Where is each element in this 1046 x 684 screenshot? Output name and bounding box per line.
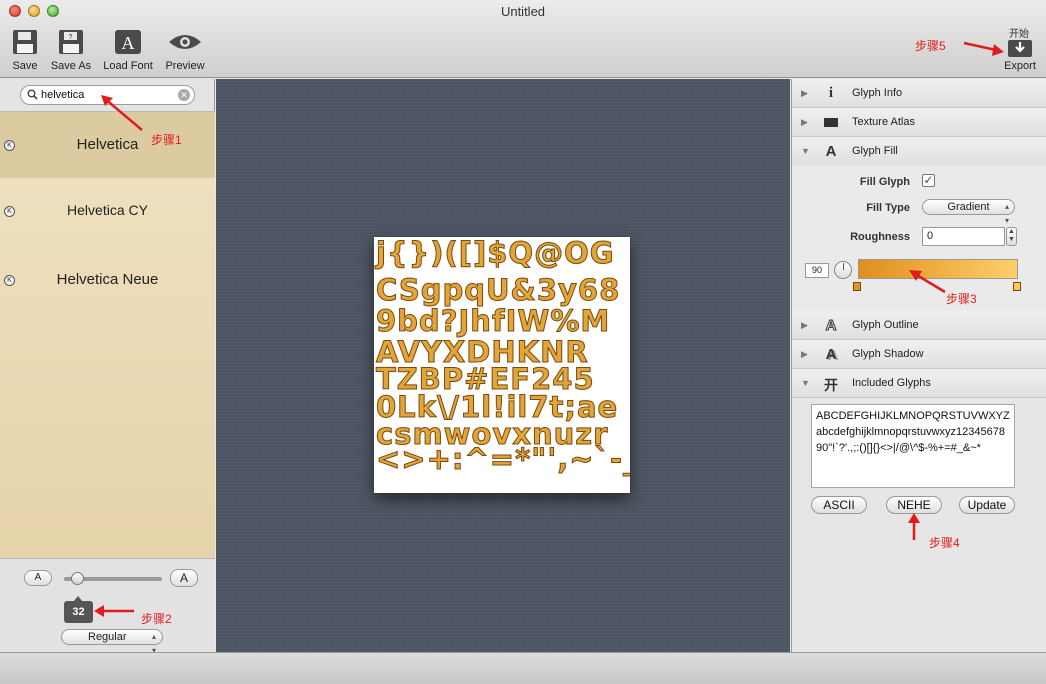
fill-glyph-checkbox[interactable]: ✓ bbox=[922, 174, 935, 187]
glyph-shadow-icon: A bbox=[825, 346, 837, 363]
texture-atlas-preview: j{})([]$Q@OG CSgpqU&3y68 9bd?JhfIW%M AVY… bbox=[374, 237, 630, 493]
annotation-step-2: 步骤2 bbox=[141, 612, 172, 626]
info-icon: i bbox=[828, 85, 834, 101]
select-arrows-icon: ▴ ▾ bbox=[1004, 202, 1009, 225]
roughness-label: Roughness bbox=[850, 231, 910, 243]
annotation-arrow-icon bbox=[963, 41, 1004, 56]
disclosure-right-icon: ▶ bbox=[801, 117, 808, 127]
included-glyphs-icon: 开 bbox=[824, 378, 838, 394]
fill-type-value: Gradient bbox=[947, 201, 990, 213]
font-list-item-helvetica-neue[interactable]: K Helvetica Neue bbox=[0, 247, 215, 313]
load-font-button[interactable]: A Load Font bbox=[100, 28, 156, 72]
annotation-step-1: 步骤1 bbox=[151, 133, 182, 147]
svg-text:A: A bbox=[122, 33, 135, 53]
status-bar bbox=[0, 652, 1046, 684]
atlas-glyph-row: <>+:^=*"',~`-_ bbox=[376, 442, 630, 476]
font-size-value: 32 bbox=[64, 596, 93, 623]
font-style-value: Regular bbox=[88, 631, 127, 643]
roughness-stepper[interactable]: ▲ ▼ bbox=[1006, 227, 1017, 246]
gradient-end-stop[interactable] bbox=[1013, 282, 1021, 291]
load-font-label: Load Font bbox=[103, 60, 153, 72]
atlas-glyph-row: 9bd?JhfIW%M bbox=[375, 304, 611, 338]
toolbar: Untitled Save ? Save As A Load Font Prev… bbox=[0, 0, 1046, 78]
section-title: Included Glyphs bbox=[852, 377, 931, 389]
load-font-icon: A bbox=[100, 28, 156, 56]
clear-search-icon[interactable]: ✕ bbox=[178, 89, 190, 101]
disclosure-right-icon: ▶ bbox=[801, 320, 808, 330]
gradient-angle-dial[interactable] bbox=[834, 261, 852, 279]
annotation-step-5: 步骤5 bbox=[915, 39, 946, 53]
section-included-glyphs[interactable]: ▼ 开 Included Glyphs bbox=[792, 369, 1046, 398]
font-list-item-helvetica-cy[interactable]: K Helvetica CY bbox=[0, 178, 215, 244]
fill-type-label: Fill Type bbox=[866, 202, 910, 214]
font-name: Helvetica bbox=[76, 136, 139, 153]
glyph-fill-icon: A bbox=[825, 143, 837, 160]
preview-label: Preview bbox=[165, 60, 205, 72]
ascii-button[interactable]: ASCII bbox=[811, 496, 867, 514]
gradient-start-stop[interactable] bbox=[853, 282, 861, 291]
decrease-size-button[interactable]: A bbox=[24, 570, 52, 586]
section-glyph-outline[interactable]: ▶ A Glyph Outline bbox=[792, 311, 1046, 340]
save-as-label: Save As bbox=[50, 60, 92, 72]
section-title: Glyph Fill bbox=[852, 145, 898, 157]
font-name: Helvetica Neue bbox=[56, 271, 159, 288]
preview-button[interactable]: Preview bbox=[157, 28, 213, 72]
section-glyph-shadow[interactable]: ▶ A Glyph Shadow bbox=[792, 340, 1046, 369]
section-title: Glyph Info bbox=[852, 87, 903, 99]
section-glyph-info[interactable]: ▶ i Glyph Info bbox=[792, 79, 1046, 108]
save-as-icon: ? bbox=[43, 28, 99, 56]
increase-size-button[interactable]: A bbox=[170, 569, 198, 587]
font-size-slider-knob[interactable] bbox=[71, 572, 84, 585]
update-button[interactable]: Update bbox=[959, 496, 1015, 514]
texture-atlas-icon bbox=[822, 114, 840, 130]
disclosure-down-icon: ▼ bbox=[801, 146, 810, 156]
annotation-step-4: 步骤4 bbox=[929, 536, 960, 550]
disclosure-right-icon: ▶ bbox=[801, 88, 808, 98]
fill-glyph-label: Fill Glyph bbox=[859, 176, 910, 188]
section-title: Texture Atlas bbox=[852, 116, 915, 128]
section-title: Glyph Outline bbox=[852, 319, 919, 331]
font-style-select[interactable]: Regular ▴ ▾ bbox=[61, 629, 163, 655]
window-title: Untitled bbox=[500, 4, 546, 19]
annotation-arrow-icon bbox=[101, 95, 143, 131]
search-icon bbox=[27, 89, 38, 103]
font-list[interactable]: K Helvetica K Helvetica CY K Helvetica N… bbox=[0, 111, 215, 559]
atlas-glyph-row: CSgpqU&3y68 bbox=[375, 273, 621, 307]
included-glyphs-textarea[interactable]: ABCDEFGHIJKLMNOPQRSTUVWXYZabcdefghijklmn… bbox=[811, 404, 1015, 488]
atlas-glyph-row: j{})([]$Q@OG bbox=[376, 237, 615, 270]
annotation-step-3: 步骤3 bbox=[946, 292, 977, 306]
disclosure-down-icon: ▼ bbox=[801, 378, 810, 388]
section-title: Glyph Shadow bbox=[852, 348, 924, 360]
atlas-canvas[interactable]: j{})([]$Q@OG CSgpqU&3y68 9bd?JhfIW%M AVY… bbox=[216, 79, 790, 652]
glyph-outline-icon: A bbox=[825, 317, 837, 335]
svg-text:?: ? bbox=[69, 34, 73, 41]
font-browser-panel: ✕ K Helvetica K Helvetica CY K Helvetica… bbox=[0, 79, 215, 655]
annotation-arrow-icon bbox=[908, 513, 920, 540]
roughness-input[interactable]: 0 bbox=[922, 227, 1005, 246]
section-texture-atlas[interactable]: ▶ Texture Atlas bbox=[792, 108, 1046, 137]
inspector-panel: ▶ i Glyph Info ▶ Texture Atlas ▼ A Glyph… bbox=[791, 79, 1046, 652]
export-label: Export bbox=[1004, 60, 1036, 72]
annotation-arrow-icon bbox=[94, 605, 134, 617]
fill-type-select[interactable]: Gradient ▴ ▾ bbox=[922, 199, 1015, 225]
section-glyph-fill[interactable]: ▼ A Glyph Fill bbox=[792, 137, 1046, 166]
save-as-button[interactable]: ? Save As bbox=[43, 28, 99, 72]
eye-icon bbox=[157, 28, 213, 56]
annotation-arrow-icon bbox=[909, 270, 946, 294]
gradient-angle-input[interactable]: 90 bbox=[805, 263, 829, 278]
export-badge-label: 开始 bbox=[1009, 29, 1029, 40]
disclosure-right-icon: ▶ bbox=[801, 349, 808, 359]
font-name: Helvetica CY bbox=[67, 202, 148, 218]
